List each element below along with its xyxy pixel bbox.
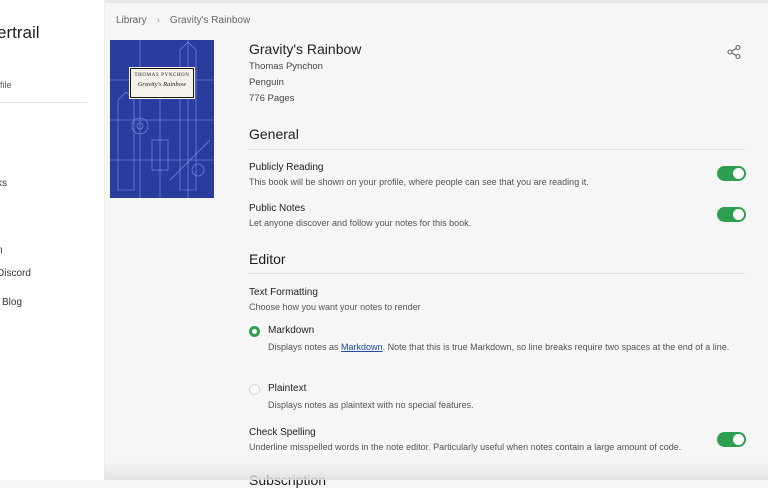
- publicly-reading-toggle[interactable]: [717, 166, 746, 181]
- editor-heading: Editor: [249, 251, 286, 267]
- general-divider: [249, 149, 745, 150]
- check-spelling-title: Check Spelling: [249, 427, 316, 438]
- cover-title: Gravity's Rainbow: [137, 81, 187, 88]
- markdown-radio[interactable]: [249, 326, 260, 337]
- plaintext-desc: Displays notes as plaintext with no spec…: [268, 400, 474, 410]
- book-author[interactable]: Thomas Pynchon: [249, 61, 323, 72]
- sidebar-item-blog[interactable]: l Blog: [0, 297, 22, 308]
- general-heading: General: [249, 126, 299, 142]
- breadcrumb-current: Gravity's Rainbow: [169, 15, 251, 26]
- check-spelling-desc: Underline misspelled words in the note e…: [249, 442, 682, 452]
- check-spelling-toggle[interactable]: [717, 432, 746, 447]
- markdown-desc-before: Displays notes as: [268, 342, 342, 352]
- text-formatting-desc: Choose how you want your notes to render: [249, 302, 421, 312]
- markdown-desc: Displays notes as Markdown. Note that th…: [268, 340, 748, 355]
- plaintext-radio[interactable]: [249, 384, 260, 395]
- public-notes-desc: Let anyone discover and follow your note…: [249, 218, 472, 228]
- cover-author: Thomas Pynchon: [134, 73, 190, 78]
- top-border: [0, 0, 768, 3]
- sidebar-item-books[interactable]: ks: [0, 178, 7, 189]
- text-formatting-title: Text Formatting: [249, 287, 318, 298]
- book-cover: Thomas Pynchon Gravity's Rainbow: [110, 40, 214, 198]
- book-title: Gravity's Rainbow: [249, 41, 362, 57]
- sidebar: ertrail file ks n Discord l Blog: [0, 0, 105, 480]
- cover-blueprint-art: [110, 40, 214, 198]
- markdown-link[interactable]: Markdown: [341, 342, 383, 352]
- sidebar-item-n[interactable]: n: [0, 245, 3, 256]
- book-pages: 776 Pages: [249, 93, 295, 104]
- plaintext-title: Plaintext: [268, 383, 307, 394]
- share-icon[interactable]: [726, 44, 742, 60]
- breadcrumb-library[interactable]: Library: [116, 15, 147, 26]
- publicly-reading-title: Publicly Reading: [249, 162, 324, 173]
- public-notes-title: Public Notes: [249, 203, 306, 214]
- cover-label: Thomas Pynchon Gravity's Rainbow: [129, 67, 195, 99]
- breadcrumb-separator: ›: [156, 15, 160, 26]
- sidebar-divider: [0, 102, 87, 103]
- markdown-desc-after: . Note that this is true Markdown, so li…: [382, 342, 730, 352]
- public-notes-toggle[interactable]: [717, 207, 746, 222]
- publicly-reading-desc: This book will be shown on your profile,…: [249, 177, 589, 187]
- editor-divider: [249, 273, 745, 274]
- markdown-title: Markdown: [268, 325, 315, 336]
- sidebar-profile-link[interactable]: file: [0, 80, 12, 90]
- app-brand[interactable]: ertrail: [0, 23, 40, 43]
- sidebar-item-discord[interactable]: Discord: [0, 268, 31, 279]
- bottom-fade: [104, 462, 768, 480]
- book-publisher: Penguin: [249, 77, 284, 88]
- breadcrumb: Library › Gravity's Rainbow: [116, 15, 250, 26]
